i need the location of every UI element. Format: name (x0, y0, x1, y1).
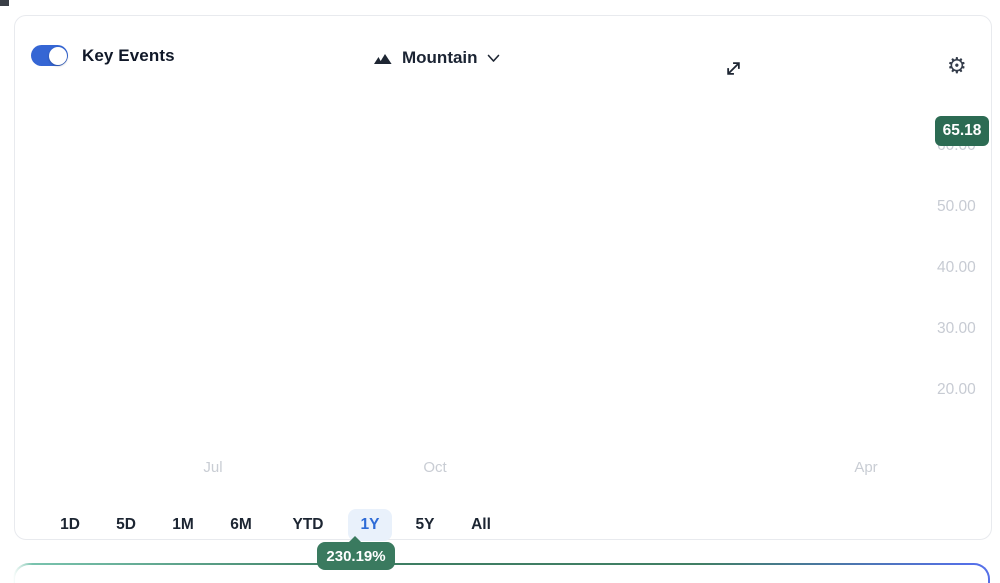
key-events-toggle[interactable] (31, 45, 68, 66)
chevron-down-icon (487, 54, 500, 63)
range-button-1d[interactable]: 1D (51, 509, 89, 541)
range-button-all[interactable]: All (461, 509, 501, 541)
y-axis-label: 30.00 (937, 320, 997, 338)
last-price-badge: 65.18 (935, 116, 989, 146)
x-axis-label: Oct (405, 459, 465, 476)
bottom-card-inner (15, 565, 988, 583)
y-axis-label: 20.00 (937, 381, 997, 399)
chart-card: Key Events Mountain ⚙ 60.0050.0040.0030.… (14, 15, 992, 540)
x-axis-label: Apr (836, 459, 896, 476)
y-axis-label: 40.00 (937, 259, 997, 277)
mountain-icon (373, 51, 393, 65)
toggle-knob (49, 47, 67, 65)
bottom-card (13, 563, 990, 583)
settings-button[interactable]: ⚙ (945, 54, 969, 80)
change-percent-tooltip: 230.19% (317, 542, 395, 570)
range-button-5y[interactable]: 5Y (405, 509, 445, 541)
range-button-5d[interactable]: 5D (107, 509, 145, 541)
expand-icon (723, 58, 744, 79)
chart-type-label: Mountain (402, 48, 478, 68)
range-selector: 1D 5D 1M 6M YTD 1Y 5Y All (15, 508, 991, 542)
key-events-toggle-group: Key Events (31, 45, 175, 66)
range-button-ytd[interactable]: YTD (283, 509, 333, 541)
key-events-label: Key Events (82, 46, 175, 66)
range-button-6m[interactable]: 6M (221, 509, 261, 541)
y-axis-label: 50.00 (937, 198, 997, 216)
expand-button[interactable] (721, 56, 746, 81)
range-button-1m[interactable]: 1M (163, 509, 203, 541)
x-axis-label: Jul (183, 459, 243, 476)
gear-icon: ⚙ (947, 54, 967, 79)
chart-type-dropdown[interactable]: Mountain (367, 44, 506, 72)
